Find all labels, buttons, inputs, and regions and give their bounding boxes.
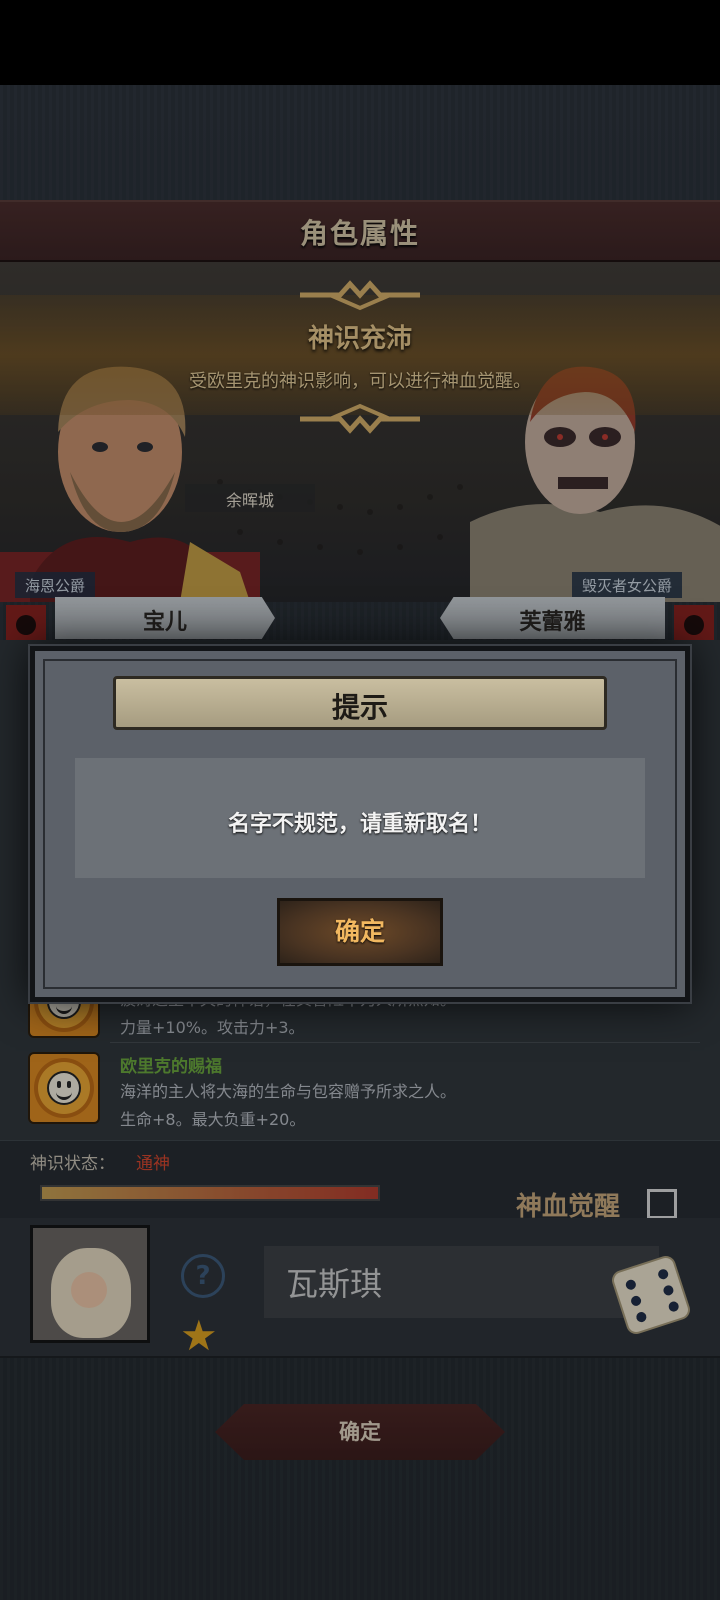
status-bar-top — [0, 0, 720, 85]
dialog-ok-button[interactable]: 确定 — [277, 898, 443, 966]
dialog-title: 提示 — [331, 691, 388, 724]
dialog-message: 名字不规范，请重新取名！ — [227, 812, 492, 837]
